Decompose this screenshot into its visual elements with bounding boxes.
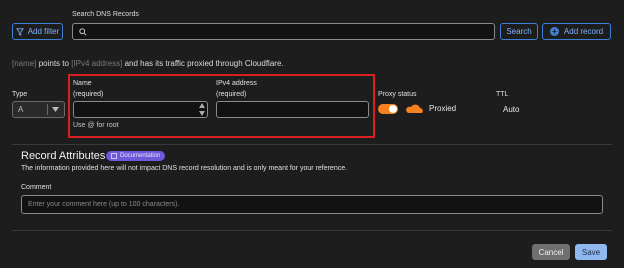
add-filter-label: Add filter <box>27 27 60 36</box>
proxy-status-label: Proxy status <box>378 91 417 98</box>
name-help: Use @ for root <box>73 122 119 129</box>
chevron-down-icon <box>52 107 59 112</box>
ipv4-input[interactable] <box>216 101 369 118</box>
section-divider-top <box>12 144 612 145</box>
summary-name-token: [name] <box>12 59 37 68</box>
search-icon <box>79 27 87 36</box>
add-record-label: Add record <box>563 27 604 36</box>
cancel-label: Cancel <box>538 247 564 257</box>
section-divider-bottom <box>12 230 612 231</box>
comment-input[interactable]: Enter your comment here (up to 100 chara… <box>21 195 603 214</box>
name-label: Name <box>73 80 92 87</box>
add-filter-button[interactable]: Add filter <box>12 23 63 40</box>
comment-label: Comment <box>21 184 52 191</box>
summary-text-1: points to <box>38 59 69 68</box>
search-button[interactable]: Search <box>500 23 538 40</box>
search-input[interactable] <box>72 23 495 40</box>
plus-circle-icon: + <box>549 27 559 36</box>
proxy-toggle[interactable] <box>378 104 398 114</box>
record-summary: [name] points to [IPv4 address] and has … <box>12 59 284 68</box>
summary-ipv4-token: [IPv4 address] <box>71 59 123 68</box>
search-button-label: Search <box>506 27 532 36</box>
save-button[interactable]: Save <box>575 244 607 260</box>
stepper-up-icon <box>199 103 205 108</box>
ttl-value: Auto <box>503 105 520 114</box>
cloud-icon <box>406 104 423 113</box>
attributes-description: The information provided here will not i… <box>21 165 348 172</box>
toggle-knob <box>389 105 397 113</box>
book-icon <box>111 153 117 159</box>
ttl-label: TTL <box>496 91 509 98</box>
proxy-status-value: Proxied <box>429 104 457 113</box>
stepper-down-icon <box>199 111 205 116</box>
documentation-badge[interactable]: Documentation <box>106 151 166 161</box>
type-label: Type <box>12 91 28 98</box>
save-label: Save <box>581 247 601 257</box>
cancel-button[interactable]: Cancel <box>532 244 570 260</box>
comment-placeholder: Enter your comment here (up to 100 chara… <box>28 201 180 208</box>
name-required: (required) <box>73 91 104 98</box>
name-input[interactable] <box>73 101 208 118</box>
documentation-label: Documentation <box>120 153 161 159</box>
name-stepper[interactable] <box>199 103 205 116</box>
add-record-button[interactable]: + Add record <box>542 23 611 40</box>
type-select[interactable]: A <box>12 101 65 118</box>
summary-text-2: and has its traffic proxied through Clou… <box>124 59 284 68</box>
type-value: A <box>18 105 24 114</box>
filter-icon <box>15 27 24 36</box>
search-heading: Search DNS Records <box>72 11 139 18</box>
ipv4-required: (required) <box>216 91 247 98</box>
record-attributes-heading: Record Attributes <box>21 150 106 162</box>
ipv4-label: IPv4 address <box>216 80 257 87</box>
